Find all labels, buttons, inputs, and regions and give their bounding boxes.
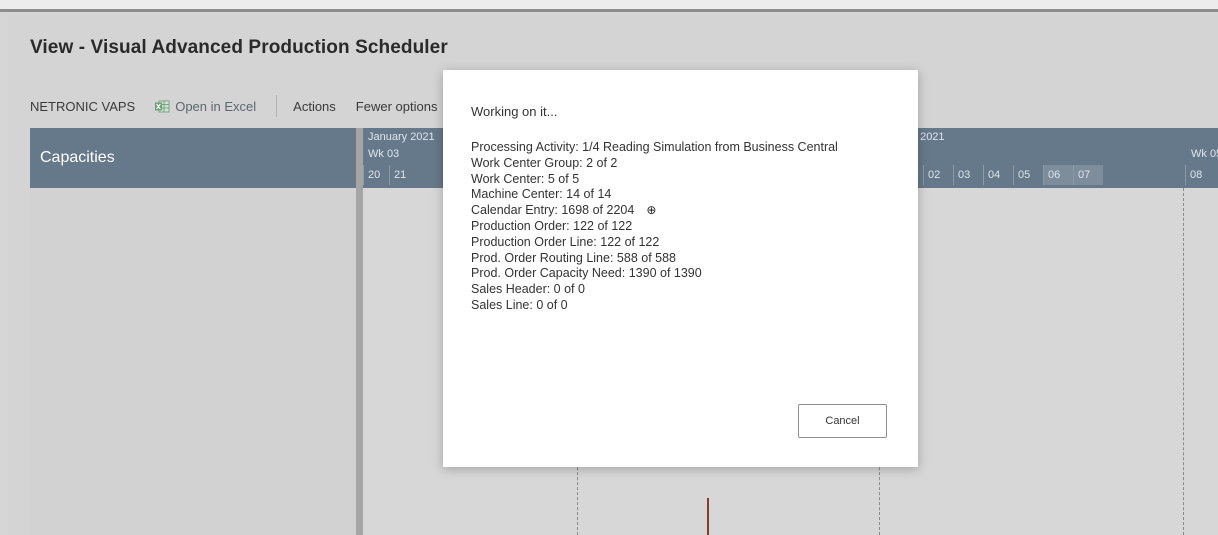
timeline-day-weekend: 06 (1043, 165, 1073, 185)
capacities-header: Capacities (30, 128, 356, 188)
progress-line: Sales Header: 0 of 0 (471, 282, 585, 297)
progress-list: Processing Activity: 1/4 Reading Simulat… (471, 140, 838, 314)
panel-splitter[interactable] (356, 128, 363, 535)
progress-line: Production Order Line: 122 of 122 (471, 234, 660, 249)
capacities-panel[interactable] (30, 188, 356, 535)
progress-line: Machine Center: 14 of 14 (471, 187, 612, 202)
progress-dialog: Working on it... Processing Activity: 1/… (443, 70, 918, 467)
timeline-week-label: Wk 03 (368, 148, 400, 160)
open-in-excel-label: Open in Excel (175, 98, 257, 114)
progress-line: Production Order: 122 of 122 (471, 218, 633, 233)
progress-line: Work Center Group: 2 of 2 (471, 155, 618, 170)
progress-line: Calendar Entry: 1698 of 2204 ⊕ (471, 203, 838, 219)
window-top-rule (0, 0, 1218, 12)
timeline-day: 04 (983, 165, 1013, 185)
cancel-button[interactable]: Cancel (798, 404, 887, 438)
page-title: View - Visual Advanced Production Schedu… (30, 37, 448, 58)
timeline-day-weekend: 07 (1073, 165, 1103, 185)
timeline-divider (1183, 188, 1184, 535)
actions-menu[interactable]: Actions (293, 99, 336, 114)
timeline-day: 05 (1013, 165, 1043, 185)
timeline-week-label-2: Wk 05 (1191, 148, 1218, 160)
progress-line: Prod. Order Routing Line: 588 of 588 (471, 250, 676, 265)
timeline-day: 08 (1185, 165, 1218, 185)
open-in-excel-button[interactable]: Open in Excel (155, 99, 256, 114)
progress-line: Sales Line: 0 of 0 (471, 297, 568, 312)
timeline-day: 02 (923, 165, 953, 185)
toolbar: NETRONIC VAPS Open in Excel Actions Fewe… (30, 95, 457, 117)
progress-line: Processing Activity: 1/4 Reading Simulat… (471, 140, 838, 154)
dialog-heading: Working on it... (471, 104, 558, 119)
timeline-day: 03 (953, 165, 983, 185)
today-marker (707, 498, 709, 535)
timeline-day: 21 (389, 165, 419, 185)
excel-icon (155, 100, 170, 112)
progress-line-text: Calendar Entry: 1698 of 2204 (471, 203, 635, 218)
netronic-vaps-button[interactable]: NETRONIC VAPS (30, 99, 135, 114)
capacities-title: Capacities (40, 149, 115, 166)
toolbar-separator (276, 95, 278, 117)
timeline-month-label: January 2021 (368, 131, 435, 143)
move-cursor-icon: ⊕ (646, 203, 657, 218)
progress-line: Prod. Order Capacity Need: 1390 of 1390 (471, 266, 702, 281)
timeline-day: 20 (363, 165, 389, 185)
fewer-options-button[interactable]: Fewer options (356, 99, 438, 114)
progress-line: Work Center: 5 of 5 (471, 171, 580, 186)
